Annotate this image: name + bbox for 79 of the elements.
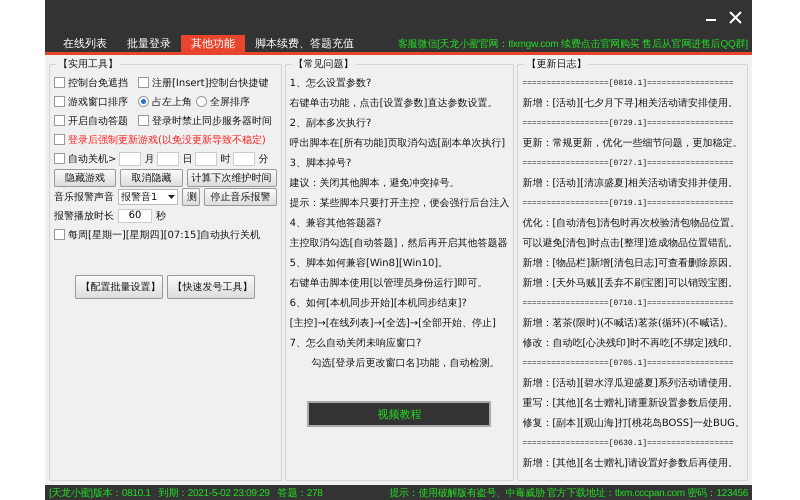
changelog-entry: 可以避免[清包]时点击[整理]造成物品位置错乱。	[522, 236, 739, 251]
option-checkbox[interactable]: 登录时禁止同步服务器时间	[138, 114, 272, 128]
version-separator: ==================[0727.1]==================	[522, 158, 735, 170]
stop-alarm-button[interactable]: 停止音乐报警	[204, 188, 277, 206]
option-checkbox[interactable]: 游戏窗口排序	[54, 94, 134, 108]
panel-title: 【更新日志】	[525, 58, 588, 71]
faq-question: 5、脚本如何兼容[Win8][Win10]。	[290, 256, 450, 271]
faq-question: 7、怎么自动关闭未响应窗口?	[290, 336, 422, 351]
changelog-entry: 新增：[活动][清凉盛夏]相关活动请安排并使用。	[522, 176, 739, 191]
status-text: [天龙小蜜]版本：0810.1	[49, 486, 151, 500]
unit-label: 分	[258, 152, 268, 166]
tab[interactable]: 批量登录	[117, 35, 181, 52]
changelog-entry: 修复：[副本][观山海]打[桃花岛BOSS]一处BUG。	[522, 416, 743, 431]
option-checkbox[interactable]: 开启自动答题	[54, 114, 134, 128]
option-checkbox[interactable]: 控制台免遮挡	[54, 76, 134, 90]
alarm-label: 音乐报警声音	[54, 190, 114, 204]
version-separator: ==================[0810.1]==================	[522, 78, 735, 90]
date-field[interactable]	[233, 152, 256, 166]
tab[interactable]: 脚本续费、答题充值	[245, 35, 364, 52]
option-checkbox[interactable]: 每周[星期一][星期四][07:15]自动执行关机	[54, 228, 260, 242]
duration-label: 报警播放时长	[54, 210, 114, 222]
version-separator: ==================[0719.1]==================	[522, 198, 735, 210]
caret-icon	[168, 194, 175, 198]
faq-answer: 主控取消勾选[自动答题]，然后再开启其他答题器	[290, 236, 508, 251]
tool-button[interactable]: 【快速发号工具】	[167, 275, 256, 299]
option-checkbox[interactable]: 自动关机>	[54, 152, 116, 166]
changelog-entry: 新增：[其他][名士赠礼]请设置好参数后再使用。	[522, 456, 739, 471]
faq-question: 2、副本多次执行?	[290, 116, 372, 131]
version-separator: ==================[0705.1]==================	[522, 358, 735, 370]
tool-button[interactable]: 【配置批量设置】	[75, 275, 164, 299]
alarm-select[interactable]: 报警音1	[118, 188, 178, 204]
date-field[interactable]	[119, 152, 142, 166]
changelog-entry: 新增：[物品栏]新增[清包日志]可查看删除原因。	[522, 256, 739, 271]
unit-label: 秒	[156, 210, 166, 222]
changelog-entry: 优化：[自动清包]清包时再次校验清包物品位置。	[522, 216, 742, 231]
tab[interactable]: 其他功能	[181, 35, 245, 52]
close-icon[interactable]	[729, 11, 742, 24]
option-radio[interactable]: 占左上角	[138, 94, 192, 108]
faq-answer: 建议：关闭其他脚本，避免冲突掉号。	[290, 176, 461, 191]
changelog-entry: 修改：自动吃[心决残印]时不再吃[不绑定]残印。	[522, 336, 739, 351]
status-text: 答题：278	[278, 486, 323, 500]
faq-answer: 勾选[登录后更改窗口名]功能，自动检测。	[310, 356, 500, 371]
notice-text: 客服微信[天龙小蜜官网：tlxmgw.com 续费点击官网购买 售后从官网进售后QQ群]	[398, 38, 749, 52]
video-tutorial-button[interactable]: 视频教程	[307, 401, 492, 427]
option-checkbox[interactable]: 注册[Insert]控制台快捷键	[138, 76, 268, 90]
unit-label: 月	[144, 152, 154, 166]
date-field[interactable]	[195, 152, 218, 166]
panel-title: 【常见问题】	[292, 58, 355, 71]
faq-answer: [主控]→[在线列表]→[全选]→[全部开始、停止]	[290, 316, 497, 331]
status-text: 到期：2021-5-02 23:09:29	[158, 486, 270, 500]
panel-title: 【实用工具】	[57, 58, 119, 71]
status-tip: 提示：使用破解版有盗号、中毒威胁 官方下载地址：tlxm.cccpan.com 密码：123456	[389, 486, 748, 500]
faq-question: 3、脚本掉号?	[290, 156, 352, 171]
faq-answer: 呼出脚本在[所有功能]页取消勾选[副本单次执行]	[290, 136, 506, 151]
tool-button[interactable]: 取消隐藏	[120, 168, 183, 186]
option-radio[interactable]: 全屏排序	[196, 94, 250, 108]
changelog-entry: 更新：常规更新，优化一些细节问题，更加稳定。	[522, 136, 743, 151]
faq-answer: 右键单击脚本使用[以管理员身份运行]即可。	[290, 276, 488, 291]
version-separator: ==================[0630.1]==================	[522, 438, 735, 450]
version-separator: ==================[0710.1]==================	[522, 298, 735, 310]
faq-question: 4、兼容其他答题器?	[290, 216, 382, 231]
unit-label: 日	[182, 152, 192, 166]
unit-label: 时	[220, 152, 230, 166]
changelog-entry: 新增：[活动][碧水浮瓜迎盛夏]系列活动请使用。	[522, 376, 739, 391]
changelog-entry: 新增：茗茶(限时)(不喊话)茗茶(循环)(不喊话)。	[522, 316, 735, 331]
faq-question: 6、如何[本机同步开始][本机同步结束]?	[290, 296, 468, 311]
faq-answer: 提示：某些脚本只要打开主控，便会强行后台注入	[290, 196, 510, 211]
tool-button[interactable]: 隐藏游戏	[54, 168, 116, 186]
test-button[interactable]: 测	[182, 188, 200, 206]
faq-answer: 右键单击功能，点击[设置参数]直达参数设置。	[290, 96, 498, 111]
changelog-entry: 重写：[其他][名士赠礼]请重新设置参数后使用。	[522, 396, 739, 411]
tool-button[interactable]: 计算下次维护时间	[186, 168, 277, 186]
tab[interactable]: 在线列表	[53, 35, 117, 52]
faq-question: 1、怎么设置参数?	[290, 76, 372, 91]
changelog-entry: 新增：[天外马贼][丢弃不刷宝图]可以销毁宝图。	[522, 276, 739, 291]
version-separator: ==================[0729.1]==================	[522, 118, 735, 130]
date-field[interactable]	[157, 152, 180, 166]
changelog-entry: 新增：[活动][七夕月下寻]相关活动请安排使用。	[522, 96, 739, 111]
duration-field[interactable]: 60	[118, 208, 152, 222]
